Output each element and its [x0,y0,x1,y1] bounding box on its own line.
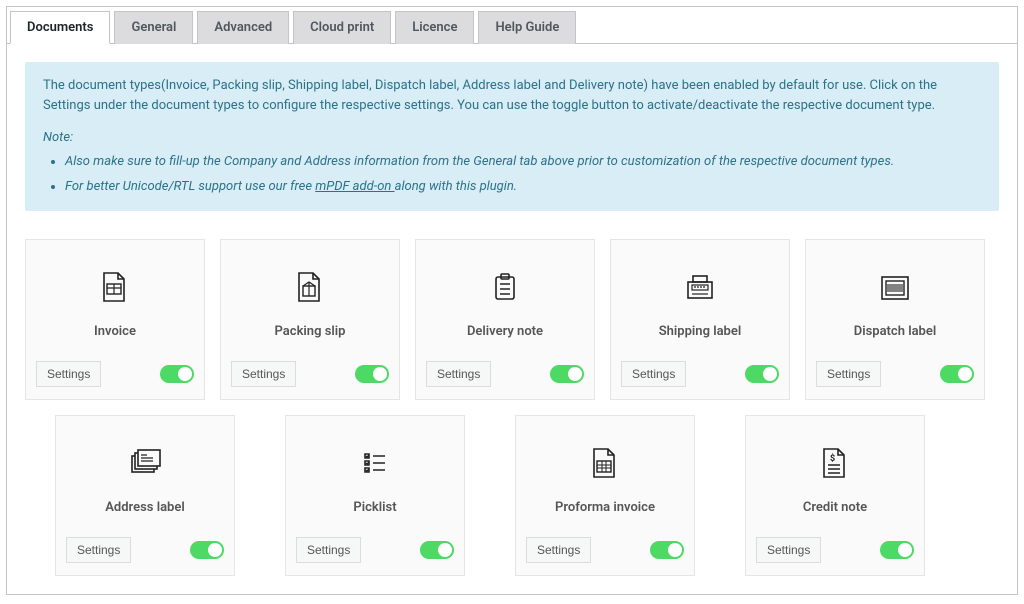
info-box: The document types(Invoice, Packing slip… [25,62,999,211]
invoice-icon [97,258,133,318]
enable-toggle[interactable] [355,365,389,383]
settings-button[interactable]: Settings [526,537,591,563]
tabs-bar: DocumentsGeneralAdvancedCloud printLicen… [7,7,1017,44]
card-title: Picklist [353,500,396,515]
card-title: Credit note [803,500,867,515]
creditnote-icon [817,434,853,494]
card-title: Dispatch label [854,324,937,339]
dispatchlabel-icon [877,258,913,318]
cards-row-1: InvoiceSettingsPacking slipSettingsDeliv… [25,239,999,400]
tab-advanced[interactable]: Advanced [197,11,289,44]
card-footer: Settings [36,361,194,387]
settings-button[interactable]: Settings [426,361,491,387]
enable-toggle[interactable] [190,541,224,559]
tab-help-guide[interactable]: Help Guide [478,11,576,44]
note-item: For better Unicode/RTL support use our f… [65,177,981,197]
note-list: Also make sure to fill-up the Company an… [43,152,981,196]
card-title: Shipping label [659,324,742,339]
tab-general[interactable]: General [114,11,193,44]
enable-toggle[interactable] [745,365,779,383]
enable-toggle[interactable] [940,365,974,383]
enable-toggle[interactable] [420,541,454,559]
enable-toggle[interactable] [880,541,914,559]
settings-button[interactable]: Settings [816,361,881,387]
card-footer: Settings [231,361,389,387]
note-item: Also make sure to fill-up the Company an… [65,152,981,172]
card-footer: Settings [296,537,454,563]
card-title: Packing slip [275,324,346,339]
tab-cloud-print[interactable]: Cloud print [293,11,391,44]
picklist-icon [357,434,393,494]
settings-button[interactable]: Settings [621,361,686,387]
card-title: Proforma invoice [555,500,655,515]
tab-licence[interactable]: Licence [395,11,474,44]
card-footer: Settings [66,537,224,563]
doc-card-shippinglabel: Shipping label Settings [610,239,790,400]
settings-button[interactable]: Settings [36,361,101,387]
card-footer: Settings [816,361,974,387]
doc-card-addresslabel: Address label Settings [55,415,235,576]
enable-toggle[interactable] [550,365,584,383]
proforma-icon [587,434,623,494]
info-text: The document types(Invoice, Packing slip… [43,78,937,113]
doc-card-creditnote: Credit note Settings [745,415,925,576]
settings-button[interactable]: Settings [66,537,131,563]
card-footer: Settings [426,361,584,387]
doc-card-proforma: Proforma invoice Settings [515,415,695,576]
card-title: Invoice [94,324,136,339]
doc-card-deliverynote: Delivery note Settings [415,239,595,400]
cards-row-2: Address labelSettingsPicklistSettingsPro… [25,415,999,576]
doc-card-packingslip: Packing slip Settings [220,239,400,400]
mpdf-link[interactable]: mPDF add-on [315,179,394,194]
settings-button[interactable]: Settings [296,537,361,563]
note-label: Note: [43,128,981,148]
card-footer: Settings [526,537,684,563]
shippinglabel-icon [682,258,718,318]
doc-card-invoice: Invoice Settings [25,239,205,400]
card-title: Delivery note [467,324,543,339]
card-footer: Settings [621,361,779,387]
tab-documents[interactable]: Documents [10,11,110,44]
doc-card-dispatchlabel: Dispatch label Settings [805,239,985,400]
doc-card-picklist: Picklist Settings [285,415,465,576]
enable-toggle[interactable] [160,365,194,383]
card-footer: Settings [756,537,914,563]
settings-button[interactable]: Settings [231,361,296,387]
packingslip-icon [292,258,328,318]
settings-button[interactable]: Settings [756,537,821,563]
card-title: Address label [105,500,185,515]
content-area: The document types(Invoice, Packing slip… [7,44,1017,594]
enable-toggle[interactable] [650,541,684,559]
deliverynote-icon [487,258,523,318]
settings-panel: DocumentsGeneralAdvancedCloud printLicen… [6,6,1018,595]
addresslabel-icon [127,434,163,494]
